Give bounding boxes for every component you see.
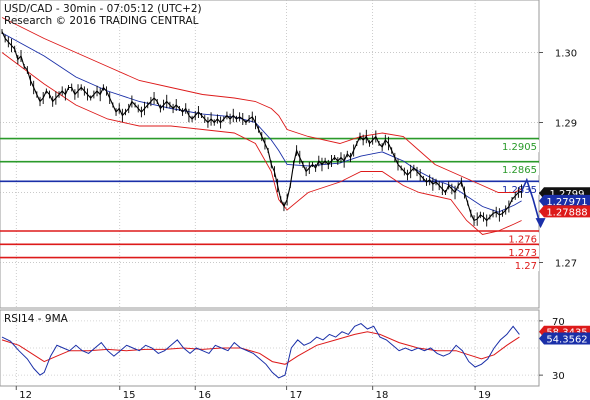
chart-title-line-2: Research © 2016 TRADING CENTRAL — [4, 15, 199, 27]
price-tag-label: 1.27888 — [546, 207, 587, 218]
rsi-title: RSI14 - 9MA — [4, 313, 69, 325]
chart-canvas: 1.29051.28651.28351.2761.2731.27 1.301.2… — [0, 0, 590, 400]
chart-title-line-1: USD/CAD - 30min - 07:05:12 (UTC+2) — [4, 3, 202, 15]
level-label: 1.2905 — [502, 142, 537, 153]
x-tick-label: 15 — [123, 390, 136, 400]
x-tick-label: 16 — [198, 390, 211, 400]
price-y-tick-label: 1.29 — [555, 119, 577, 130]
price-tags: 1.27991.279711.27888 — [539, 187, 590, 218]
x-tick-label: 17 — [290, 390, 303, 400]
x-tick-label: 12 — [19, 390, 32, 400]
price-y-tick-label: 1.30 — [555, 49, 577, 60]
rsi-tags: 58.343554.3562 — [539, 325, 590, 346]
level-label: 1.27 — [515, 261, 537, 272]
rsi-tag-label: 54.3562 — [546, 335, 587, 346]
chart-background — [0, 0, 590, 400]
level-label: 1.2865 — [502, 165, 537, 176]
x-tick-label: 19 — [478, 390, 491, 400]
price-y-tick-label: 1.27 — [555, 259, 577, 270]
rsi-y-tick-label: 30 — [552, 371, 565, 382]
x-tick-label: 18 — [376, 390, 389, 400]
